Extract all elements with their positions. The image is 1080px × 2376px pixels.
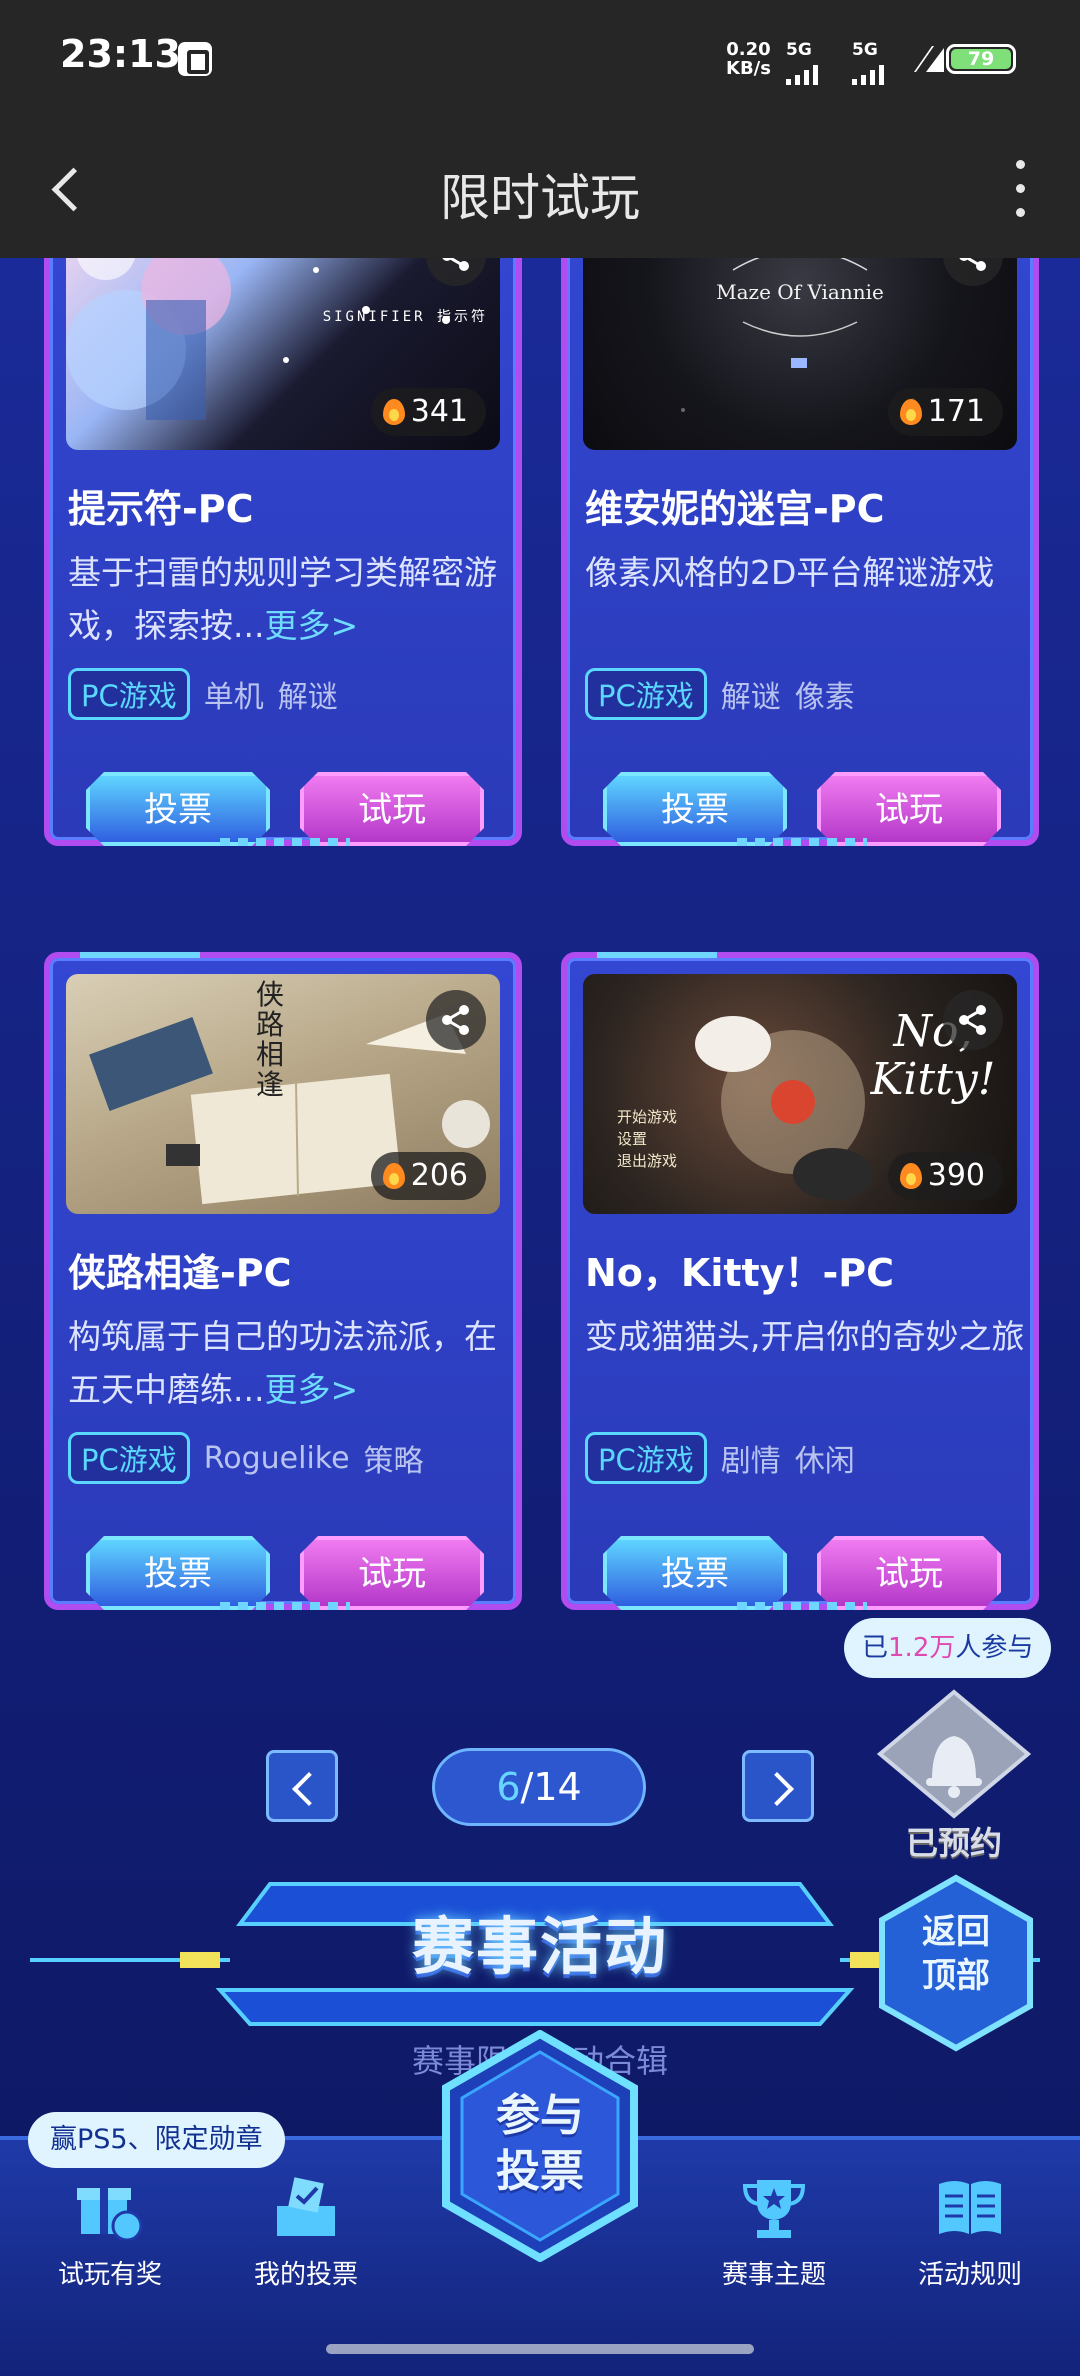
card-deco xyxy=(737,1602,867,1610)
game-title: 维安妮的迷宫-PC xyxy=(585,487,885,531)
trophy-icon xyxy=(742,2180,806,2238)
tab-label: 赛事主题 xyxy=(721,2260,826,2290)
back-to-top-label: 返回 顶部 xyxy=(922,1912,990,1996)
flame-icon xyxy=(899,1163,922,1189)
status-bar: 23:13 0.20 KB/s 5G 5G 79 xyxy=(0,0,1080,120)
tag-list: PC游戏 Roguelike 策略 xyxy=(68,1432,424,1484)
flame-icon xyxy=(899,399,922,425)
play-button[interactable]: 试玩 xyxy=(817,1536,1001,1610)
play-button[interactable]: 试玩 xyxy=(300,772,484,846)
game-description: 变成猫猫头,开启你的奇妙之旅 xyxy=(585,1317,1025,1356)
tag: 解谜 xyxy=(720,680,781,715)
sim1-signal-icon: 5G xyxy=(786,40,818,85)
join-vote-label: 参与 投票 xyxy=(496,2090,584,2197)
next-page-button[interactable] xyxy=(742,1750,814,1822)
card-deco xyxy=(737,838,867,846)
wifi-icon xyxy=(914,46,944,72)
cover-logo-text: SIGNIFIER 指示符 xyxy=(322,309,488,325)
page-indicator: 6/14 xyxy=(432,1748,646,1826)
game-cover-image[interactable]: 侠路相逢 206 xyxy=(66,974,500,1214)
tag: 解谜 xyxy=(277,680,338,715)
heat-badge: 206 xyxy=(370,1152,486,1200)
gift-gamepad-icon xyxy=(77,2188,143,2240)
game-description: 构筑属于自己的功法流派，在五天中磨练...更多> xyxy=(68,1317,497,1409)
status-time: 23:13 xyxy=(60,32,181,76)
vote-button[interactable]: 投票 xyxy=(603,1536,787,1610)
game-card[interactable]: 侠路相逢 206 侠路相逢-PC 构筑属于自己的功法流派，在五天中磨练...更多… xyxy=(44,952,522,1610)
tag-list: PC游戏 解谜 像素 xyxy=(585,668,855,720)
tab-event-theme[interactable]: 赛事主题 xyxy=(684,2176,864,2291)
tag-list: PC游戏 剧情 休闲 xyxy=(585,1432,855,1484)
platform-tag: PC游戏 xyxy=(585,1432,707,1484)
share-icon xyxy=(959,1005,986,1035)
flame-icon xyxy=(382,1163,405,1189)
platform-tag: PC游戏 xyxy=(585,668,707,720)
back-to-top-button[interactable]: 返回 顶部 xyxy=(876,1874,1036,2052)
tab-label: 试玩有奖 xyxy=(57,2260,162,2290)
platform-tag: PC游戏 xyxy=(68,668,190,720)
tab-my-votes[interactable]: 我的投票 xyxy=(216,2176,396,2291)
tag: 单机 xyxy=(203,680,264,715)
platform-tag: PC游戏 xyxy=(68,1432,190,1484)
game-description: 基于扫雷的规则学习类解密游戏，探索按...更多> xyxy=(68,553,497,645)
card-deco xyxy=(220,838,350,846)
share-icon xyxy=(442,258,469,271)
battery-icon: 79 xyxy=(946,44,1016,74)
tab-event-rules[interactable]: 活动规则 xyxy=(880,2176,1060,2291)
tag: Roguelike xyxy=(203,1440,350,1476)
share-button[interactable] xyxy=(426,990,486,1050)
play-button[interactable]: 试玩 xyxy=(817,772,1001,846)
book-icon xyxy=(939,2181,1001,2234)
play-button[interactable]: 试玩 xyxy=(300,1536,484,1610)
tab-label: 活动规则 xyxy=(917,2260,1022,2290)
heat-badge: 171 xyxy=(887,388,1003,436)
vote-button[interactable]: 投票 xyxy=(86,772,270,846)
game-card[interactable]: SIGNIFIER 指示符 341 提示符-PC 基于扫雷的规则学习类解密游戏，… xyxy=(44,258,522,846)
vote-button[interactable]: 投票 xyxy=(603,772,787,846)
previous-page-button[interactable] xyxy=(266,1750,338,1822)
heat-badge: 341 xyxy=(370,388,486,436)
game-title: 侠路相逢-PC xyxy=(68,1251,292,1295)
game-card[interactable]: Maze Of Viannie 171 维安妮的迷宫-PC 像素风格的2D平台解… xyxy=(561,258,1039,846)
more-link[interactable]: 更多> xyxy=(264,606,358,645)
network-speed: 0.20 KB/s xyxy=(726,39,771,79)
share-icon xyxy=(442,1005,469,1035)
prize-badge: 赢PS5、限定勋章 xyxy=(28,2112,285,2168)
game-cover-image[interactable]: Maze Of Viannie 171 xyxy=(583,258,1017,450)
cover-menu: 开始游戏 设置 退出游戏 xyxy=(617,1108,678,1170)
home-indicator[interactable] xyxy=(326,2344,754,2354)
vote-button[interactable]: 投票 xyxy=(86,1536,270,1610)
share-icon xyxy=(959,258,986,271)
more-menu-button[interactable] xyxy=(990,154,1050,224)
ballot-box-icon xyxy=(277,2177,335,2236)
tab-label: 我的投票 xyxy=(253,2260,358,2290)
tag: 像素 xyxy=(794,680,855,715)
tag: 休闲 xyxy=(794,1444,855,1479)
tag-list: PC游戏 单机 解谜 xyxy=(68,668,338,720)
game-description: 像素风格的2D平台解谜游戏 xyxy=(585,553,995,592)
participant-count-bubble: 已1.2万人参与 xyxy=(844,1618,1052,1678)
cover-logo-text: 侠路相逢 xyxy=(256,978,285,1101)
game-title: No，Kitty！-PC xyxy=(585,1251,894,1295)
tag: 策略 xyxy=(363,1444,424,1479)
share-button[interactable] xyxy=(943,990,1003,1050)
page-title: 限时试玩 xyxy=(440,169,640,227)
game-card[interactable]: No, Kitty! 开始游戏 设置 退出游戏 390 No，Kitty！-PC… xyxy=(561,952,1039,1610)
flame-icon xyxy=(382,399,405,425)
game-cover-image[interactable]: No, Kitty! 开始游戏 设置 退出游戏 390 xyxy=(583,974,1017,1214)
game-cover-image[interactable]: SIGNIFIER 指示符 341 xyxy=(66,258,500,450)
notification-app-icon xyxy=(178,42,212,76)
sim2-signal-icon: 5G xyxy=(852,40,884,85)
card-deco xyxy=(220,1602,350,1610)
game-title: 提示符-PC xyxy=(68,487,254,531)
top-nav: 限时试玩 xyxy=(0,120,1080,258)
heat-badge: 390 xyxy=(887,1152,1003,1200)
tab-trial-rewards[interactable]: 试玩有奖 xyxy=(20,2176,200,2291)
reminder-button[interactable]: 已预约 xyxy=(874,1688,1034,1862)
tag: 剧情 xyxy=(720,1444,781,1479)
more-link[interactable]: 更多> xyxy=(264,1370,358,1409)
reminder-state: 已预约 xyxy=(905,1824,1002,1862)
